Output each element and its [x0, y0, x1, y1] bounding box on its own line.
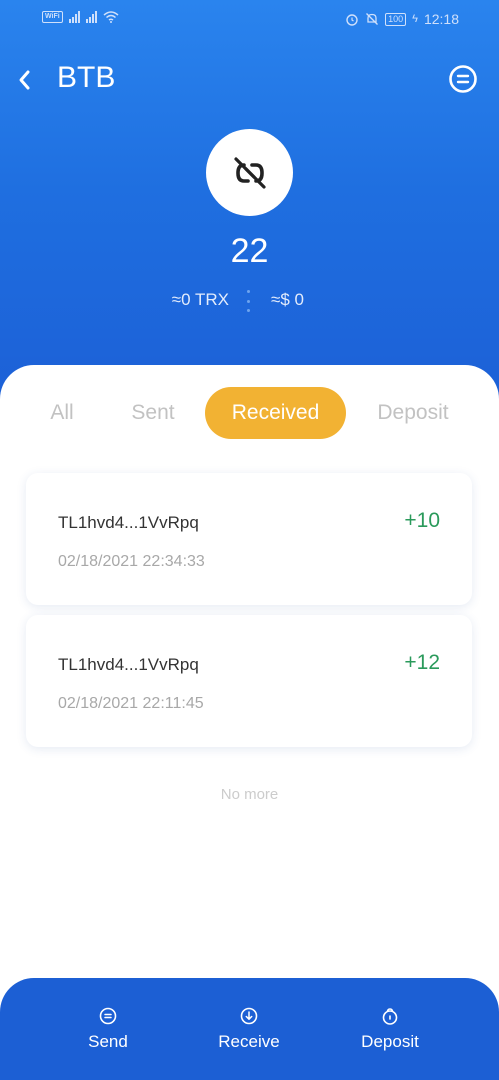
transaction-address: TL1hvd4...1VvRpq [58, 655, 199, 674]
list-menu-icon [449, 65, 477, 93]
transaction-date: 02/18/2021 22:34:33 [58, 553, 205, 570]
transaction-card[interactable]: TL1hvd4...1VvRpq 02/18/2021 22:34:33 +10 [26, 473, 472, 605]
status-right: 100 ϟ 12:18 [345, 11, 459, 27]
transaction-amount: +12 [404, 651, 440, 674]
deposit-button[interactable]: Deposit [330, 1006, 450, 1052]
transaction-date: 02/18/2021 22:11:45 [58, 695, 204, 712]
transaction-address: TL1hvd4...1VvRpq [58, 513, 199, 532]
back-button[interactable] [12, 59, 48, 99]
status-time: 12:18 [423, 11, 459, 27]
status-left: WiFi [42, 11, 119, 23]
receive-label: Receive [218, 1032, 280, 1051]
list-end-text: No more [220, 786, 279, 803]
lock-icon [382, 1008, 398, 1025]
tab-received[interactable]: Received [205, 387, 346, 439]
transaction-amount: +10 [404, 509, 440, 532]
deposit-label: Deposit [361, 1032, 419, 1051]
tab-sent[interactable]: Sent [120, 387, 186, 439]
tab-all[interactable]: All [36, 387, 88, 439]
receive-icon [240, 1007, 258, 1025]
signal-icon [68, 11, 80, 23]
header: BTB [0, 55, 499, 103]
alarm-icon [346, 14, 358, 26]
filter-menu-button[interactable] [447, 63, 479, 95]
send-label: Send [88, 1032, 128, 1051]
mute-bell-icon [366, 13, 379, 25]
send-icon [99, 1007, 117, 1025]
status-bar: WiFi 100 ϟ 12:18 [0, 0, 499, 40]
chevron-left-icon [19, 70, 30, 90]
trx-value: ≈0 TRX [171, 290, 229, 309]
transactions-panel: All Sent Received Deposit TL1hvd4...1VvR… [0, 365, 499, 1080]
tab-deposit[interactable]: Deposit [366, 387, 460, 439]
signal-icon [85, 11, 97, 23]
token-balance: 22 [230, 232, 269, 270]
filter-tabs: All Sent Received Deposit [0, 387, 499, 439]
wifi-badge: WiFi [42, 11, 63, 23]
send-button[interactable]: Send [48, 1006, 168, 1052]
token-logo [206, 129, 293, 216]
usd-value: ≈$ 0 [271, 290, 304, 309]
transaction-card[interactable]: TL1hvd4...1VvRpq 02/18/2021 22:11:45 +12 [26, 615, 472, 747]
balance-conversions: ≈0 TRX ≈$ 0 [0, 290, 499, 312]
charging-icon: ϟ [412, 13, 418, 25]
separator-dots [247, 290, 251, 312]
bottom-action-bar: Send Receive Deposit [0, 978, 499, 1080]
receive-button[interactable]: Receive [189, 1006, 309, 1052]
page-title: BTB [57, 61, 116, 94]
wifi-icon [103, 11, 119, 23]
broken-link-icon [233, 156, 266, 189]
battery-icon: 100 [385, 12, 407, 26]
